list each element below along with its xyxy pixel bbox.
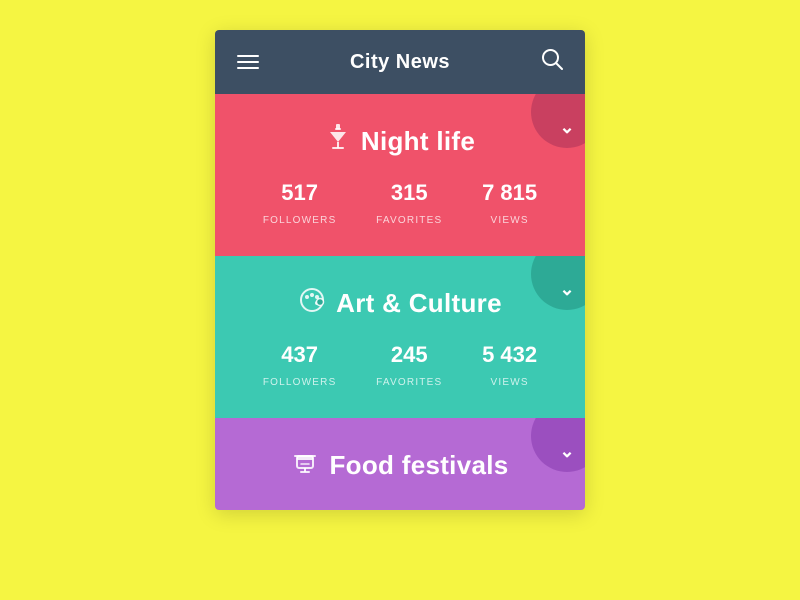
- card-stats-artculture: 437 FOLLOWERS 245 FAVORITES 5 432 VIEWS: [243, 342, 557, 390]
- card-title-nightlife: Night life: [361, 126, 475, 157]
- stat-label: VIEWS: [490, 215, 528, 226]
- card-stats-nightlife: 517 FOLLOWERS 315 FAVORITES 7 815 VIEWS: [243, 180, 557, 228]
- stat-number: 245: [376, 342, 442, 368]
- stat-label: FAVORITES: [376, 215, 442, 226]
- food-icon: [291, 448, 319, 482]
- stat-label: FAVORITES: [376, 377, 442, 388]
- chevron-down-icon: ⌄: [559, 441, 574, 462]
- header: City News: [215, 30, 585, 94]
- chevron-down-icon: ⌄: [559, 117, 574, 138]
- stat-number: 517: [263, 180, 337, 206]
- card-nightlife: ⌄ Night life 517 FOLLOWERS 315 FAV: [215, 94, 585, 256]
- stat-views-nightlife: 7 815 VIEWS: [482, 180, 537, 228]
- card-title-food: Food festivals: [329, 450, 508, 481]
- stat-label: FOLLOWERS: [263, 215, 337, 226]
- stat-label: VIEWS: [490, 377, 528, 388]
- palette-icon: [298, 286, 326, 320]
- chevron-down-icon: ⌄: [559, 279, 574, 300]
- card-artculture: ⌄ Art & Culture 437 FOLLOWERS 2: [215, 256, 585, 418]
- stat-views-artculture: 5 432 VIEWS: [482, 342, 537, 390]
- cocktail-icon: [325, 124, 351, 158]
- stat-favorites-artculture: 245 FAVORITES: [376, 342, 442, 390]
- search-icon[interactable]: [541, 48, 563, 76]
- stat-number: 7 815: [482, 180, 537, 206]
- hamburger-menu-button[interactable]: [237, 55, 259, 69]
- stat-label: FOLLOWERS: [263, 377, 337, 388]
- stat-number: 315: [376, 180, 442, 206]
- card-title-artculture: Art & Culture: [336, 288, 502, 319]
- app-title: City News: [350, 51, 450, 74]
- phone-container: City News ⌄ Night life: [215, 30, 585, 510]
- stat-number: 5 432: [482, 342, 537, 368]
- stat-followers-nightlife: 517 FOLLOWERS: [263, 180, 337, 228]
- card-title-row-artculture: Art & Culture: [243, 286, 557, 320]
- card-food: ⌄ Food festivals: [215, 418, 585, 510]
- stat-number: 437: [263, 342, 337, 368]
- card-title-row-food: Food festivals: [243, 448, 557, 482]
- card-title-row-nightlife: Night life: [243, 124, 557, 158]
- stat-favorites-nightlife: 315 FAVORITES: [376, 180, 442, 228]
- stat-followers-artculture: 437 FOLLOWERS: [263, 342, 337, 390]
